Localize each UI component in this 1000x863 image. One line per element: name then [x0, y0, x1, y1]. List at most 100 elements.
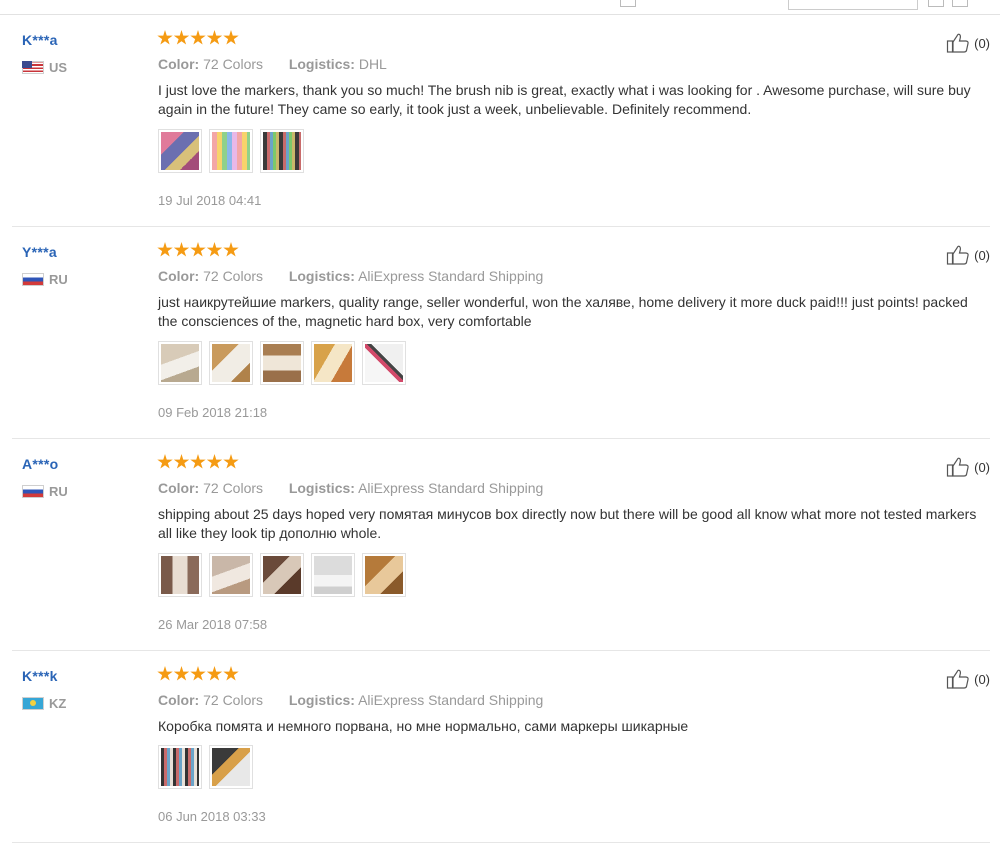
review-photo[interactable] — [311, 553, 355, 597]
review-photo[interactable] — [209, 745, 253, 789]
review-text: Коробка помята и немного порвана, но мне… — [158, 718, 689, 734]
thumbs-up-icon — [947, 245, 969, 265]
color-value: 72 Colors — [203, 692, 264, 708]
review-item: Y***a RU Color: 72 Colors Logistics: Ali… — [0, 227, 1000, 439]
helpful-button[interactable]: (0) — [946, 244, 990, 266]
kz-flag-icon — [22, 696, 44, 710]
sort-checkbox-partial[interactable] — [620, 0, 636, 7]
star-icon — [157, 454, 173, 469]
review-photos — [158, 553, 413, 597]
color-value: 72 Colors — [203, 268, 264, 284]
star-icon — [190, 666, 206, 681]
star-icon — [173, 454, 190, 469]
star-icon — [173, 30, 190, 45]
star-icon — [173, 666, 190, 681]
color-label: Color: — [158, 268, 200, 284]
review-photo[interactable] — [158, 341, 202, 385]
review-meta: Color: 72 Colors Logistics: AliExpress S… — [158, 692, 543, 708]
review-photo[interactable] — [311, 341, 355, 385]
review-meta: Color: 72 Colors Logistics: AliExpress S… — [158, 480, 543, 496]
review-photo[interactable] — [260, 129, 304, 173]
logistics-value: AliExpress Standard Shipping — [358, 692, 544, 708]
star-icon — [173, 242, 190, 257]
helpful-count: (0) — [974, 247, 990, 263]
star-icon — [223, 242, 239, 257]
review-text: just наикрутейшие markers, quality range… — [158, 294, 968, 329]
reviewer-name[interactable]: A***o — [22, 456, 59, 472]
reviewer-name[interactable]: Y***a — [22, 244, 57, 260]
review-photo[interactable] — [209, 553, 253, 597]
rating-stars — [157, 242, 240, 258]
top-toolbar-partial — [0, 0, 1000, 14]
logistics-label: Logistics: — [288, 268, 355, 284]
star-icon — [206, 454, 223, 469]
review-text: I just love the markers, thank you so mu… — [158, 82, 971, 117]
star-icon — [157, 30, 173, 45]
country-code: KZ — [49, 695, 67, 711]
us-flag-icon — [22, 60, 44, 74]
review-text: shipping about 25 days hoped very помята… — [158, 506, 977, 541]
review-photo[interactable] — [158, 129, 202, 173]
country-code: RU — [49, 483, 68, 499]
star-icon — [223, 666, 239, 681]
review-photos — [158, 129, 311, 173]
review-photo[interactable] — [362, 341, 406, 385]
review-photo[interactable] — [209, 341, 253, 385]
review-date: 19 Jul 2018 04:41 — [158, 193, 262, 208]
logistics-label: Logistics: — [288, 480, 355, 496]
review-photo[interactable] — [209, 129, 253, 173]
reviewer-name[interactable]: K***k — [22, 668, 58, 684]
helpful-button[interactable]: (0) — [946, 32, 990, 54]
helpful-button[interactable]: (0) — [946, 456, 990, 478]
review-photos — [158, 745, 260, 789]
review-photo[interactable] — [260, 341, 304, 385]
ru-flag-icon — [22, 272, 44, 286]
prev-page-button-partial[interactable] — [928, 0, 944, 7]
review-photos — [158, 341, 413, 385]
color-value: 72 Colors — [203, 480, 264, 496]
rating-stars — [157, 454, 240, 470]
star-icon — [206, 242, 223, 257]
reviewer-country: RU — [22, 483, 68, 499]
logistics-value: DHL — [358, 56, 387, 72]
thumbs-up-icon — [947, 457, 969, 477]
review-item: K***k KZ Color: 72 Colors Logistics: Ali… — [0, 651, 1000, 863]
review-date: 06 Jun 2018 03:33 — [158, 809, 266, 824]
star-icon — [157, 666, 173, 681]
review-item: K***a US Color: 72 Colors Logistics: DHL… — [0, 15, 1000, 227]
color-label: Color: — [158, 56, 200, 72]
review-photo[interactable] — [158, 745, 202, 789]
review-photo[interactable] — [260, 553, 304, 597]
helpful-count: (0) — [974, 459, 990, 475]
star-icon — [190, 242, 206, 257]
reviewer-name[interactable]: K***a — [22, 32, 58, 48]
star-icon — [223, 30, 239, 45]
star-icon — [157, 242, 173, 257]
thumbs-up-icon — [947, 669, 969, 689]
logistics-value: AliExpress Standard Shipping — [358, 480, 544, 496]
ru-flag-icon — [22, 484, 44, 498]
logistics-label: Logistics: — [288, 692, 355, 708]
helpful-count: (0) — [974, 35, 990, 51]
helpful-button[interactable]: (0) — [946, 668, 990, 690]
color-label: Color: — [158, 480, 200, 496]
review-date: 26 Mar 2018 07:58 — [158, 617, 268, 632]
next-page-button-partial[interactable] — [952, 0, 968, 7]
star-icon — [190, 454, 206, 469]
country-code: US — [49, 59, 68, 75]
color-label: Color: — [158, 692, 200, 708]
review-meta: Color: 72 Colors Logistics: AliExpress S… — [158, 268, 543, 284]
color-value: 72 Colors — [203, 56, 264, 72]
logistics-label: Logistics: — [288, 56, 355, 72]
reviewer-country: US — [22, 59, 68, 75]
review-photo[interactable] — [158, 553, 202, 597]
star-icon — [223, 454, 239, 469]
rating-stars — [157, 30, 240, 46]
review-photo[interactable] — [362, 553, 406, 597]
review-item: A***o RU Color: 72 Colors Logistics: Ali… — [0, 439, 1000, 651]
logistics-value: AliExpress Standard Shipping — [358, 268, 544, 284]
star-icon — [206, 30, 223, 45]
review-meta: Color: 72 Colors Logistics: DHL — [158, 56, 387, 72]
review-date: 09 Feb 2018 21:18 — [158, 405, 268, 420]
sort-select-partial[interactable] — [788, 0, 918, 10]
